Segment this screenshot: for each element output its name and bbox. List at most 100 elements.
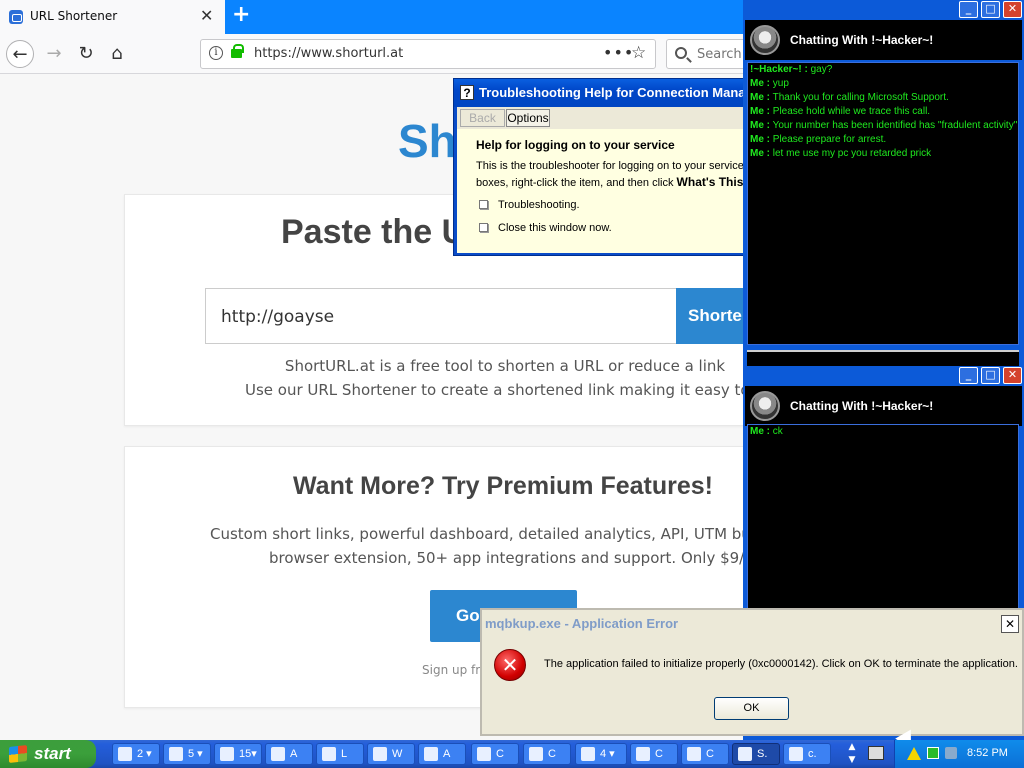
help-window-titlebar[interactable]: ? Troubleshooting Help for Connection Ma… bbox=[454, 79, 754, 107]
taskbar-group-button[interactable]: 5 ▾ bbox=[163, 743, 211, 765]
chat-2-title: Chatting With !~Hacker~! bbox=[790, 399, 934, 413]
home-button[interactable]: ⌂ bbox=[103, 40, 131, 68]
help-text-line-2: boxes, right-click the item, and then cl… bbox=[476, 175, 751, 189]
taskbar-window-button[interactable]: W bbox=[367, 743, 415, 765]
keyboard-icon[interactable] bbox=[868, 746, 884, 760]
taskbar-window-button[interactable]: c. bbox=[783, 743, 831, 765]
clock[interactable]: 8:52 PM bbox=[967, 747, 1008, 759]
start-button[interactable]: start bbox=[0, 740, 96, 768]
signup-link[interactable]: Sign up fre bbox=[422, 663, 487, 677]
troubleshooting-help-window: ? Troubleshooting Help for Connection Ma… bbox=[453, 78, 757, 256]
new-tab-button[interactable]: + bbox=[232, 2, 250, 27]
whats-this-text: What's This? bbox=[676, 175, 751, 189]
system-tray: 8:52 PM bbox=[894, 740, 1024, 768]
lock-icon[interactable] bbox=[231, 44, 244, 58]
help-content: Help for logging on to your service This… bbox=[457, 129, 757, 253]
chat-message: Me : Please prepare for arrest. bbox=[750, 134, 887, 145]
address-bar[interactable]: i https://www.shorturl.at ••• ☆ bbox=[200, 39, 656, 69]
bookmark-star-icon[interactable]: ☆ bbox=[631, 43, 646, 63]
reload-button[interactable]: ↻ bbox=[72, 40, 100, 68]
volume-icon[interactable] bbox=[945, 747, 957, 759]
close-button[interactable]: ✕ bbox=[1003, 367, 1022, 384]
command-prompt-icon bbox=[581, 747, 595, 761]
chat-message: Me : Please hold while we trace this cal… bbox=[750, 106, 931, 117]
close-window-option-label: Close this window now. bbox=[498, 222, 612, 234]
help-window-title: Troubleshooting Help for Connection Mana bbox=[479, 85, 746, 100]
program-icon bbox=[424, 747, 438, 761]
taskbar-group-button[interactable]: 4 ▾ bbox=[575, 743, 627, 765]
help-options-button[interactable]: Options bbox=[506, 109, 550, 127]
window-icon bbox=[687, 747, 701, 761]
taskbar-scroll-up-icon[interactable]: ▲ bbox=[846, 741, 858, 753]
close-window-checkbox[interactable] bbox=[479, 223, 488, 232]
chat-1-log[interactable]: !~Hacker~! : gay? Me : yup Me : Thank yo… bbox=[747, 62, 1019, 345]
program-icon bbox=[118, 747, 132, 761]
windows-logo-icon bbox=[9, 745, 27, 763]
page-actions-menu-icon[interactable]: ••• bbox=[603, 43, 634, 62]
url-input[interactable]: http://goayse bbox=[205, 288, 677, 344]
program-icon bbox=[529, 747, 543, 761]
troubleshooting-option[interactable]: Troubleshooting. bbox=[479, 199, 580, 211]
avatar bbox=[750, 391, 780, 421]
premium-description-line-1: Custom short links, powerful dashboard, … bbox=[210, 525, 816, 543]
error-close-button[interactable]: ✕ bbox=[1001, 615, 1019, 633]
close-window-option[interactable]: Close this window now. bbox=[479, 222, 612, 234]
tab-close-icon[interactable]: ✕ bbox=[200, 6, 213, 25]
taskbar-group-button[interactable]: 15▾ bbox=[214, 743, 262, 765]
taskbar-window-button[interactable]: C bbox=[523, 743, 571, 765]
program-icon bbox=[220, 747, 234, 761]
site-info-icon[interactable]: i bbox=[209, 46, 223, 60]
taskbar-scroll-down-icon[interactable]: ▼ bbox=[846, 754, 858, 766]
application-error-dialog: mqbkup.exe - Application Error ✕ ✕ The a… bbox=[480, 608, 1024, 736]
chat-icon bbox=[738, 747, 752, 761]
url-text[interactable]: https://www.shorturl.at bbox=[254, 46, 403, 61]
program-icon bbox=[271, 747, 285, 761]
taskbar-window-button[interactable]: C bbox=[471, 743, 519, 765]
taskbar-window-button[interactable]: C bbox=[681, 743, 729, 765]
minimize-button[interactable]: _ bbox=[959, 367, 978, 384]
search-icon bbox=[675, 47, 687, 59]
error-message: The application failed to initialize pro… bbox=[544, 658, 1018, 670]
program-icon bbox=[477, 747, 491, 761]
warning-icon[interactable] bbox=[907, 747, 921, 760]
close-button[interactable]: ✕ bbox=[1003, 1, 1022, 18]
description-line-2: Use our URL Shortener to create a shorte… bbox=[245, 381, 818, 399]
help-back-button[interactable]: Back bbox=[460, 109, 505, 127]
site-favicon-icon bbox=[9, 10, 23, 24]
forward-button[interactable]: → bbox=[40, 40, 68, 68]
start-label: start bbox=[34, 744, 71, 763]
troubleshooting-checkbox[interactable] bbox=[479, 200, 488, 209]
help-heading: Help for logging on to your service bbox=[476, 138, 675, 152]
paste-url-heading: Paste the U bbox=[281, 213, 467, 251]
chat-message: !~Hacker~! : gay? bbox=[750, 64, 833, 75]
chat-message: Me : let me use my pc you retarded prick bbox=[750, 148, 932, 159]
taskbar-window-button[interactable]: L bbox=[316, 743, 364, 765]
taskbar-window-button[interactable]: A bbox=[418, 743, 466, 765]
chat-1-title: Chatting With !~Hacker~! bbox=[790, 33, 934, 47]
program-icon bbox=[789, 747, 803, 761]
maximize-button[interactable]: □ bbox=[981, 1, 1000, 18]
premium-description-line-2: browser extension, 50+ app integrations … bbox=[269, 549, 798, 567]
help-text-line-1: This is the troubleshooter for logging o… bbox=[476, 160, 757, 172]
taskbar-window-button[interactable]: A bbox=[265, 743, 313, 765]
tab-url-shortener[interactable]: URL Shortener ✕ bbox=[0, 0, 225, 34]
minimize-button[interactable]: _ bbox=[959, 1, 978, 18]
taskbar-window-button[interactable]: S. bbox=[732, 743, 780, 765]
search-placeholder: Search bbox=[697, 47, 742, 62]
taskbar-window-button[interactable]: C bbox=[630, 743, 678, 765]
maximize-button[interactable]: □ bbox=[981, 367, 1000, 384]
taskbar-group-button[interactable]: 2 ▾ bbox=[112, 743, 160, 765]
help-toolbar: Back Options bbox=[457, 107, 751, 129]
error-dialog-title[interactable]: mqbkup.exe - Application Error bbox=[482, 610, 1022, 638]
chat-1-header: Chatting With !~Hacker~! bbox=[745, 20, 1022, 60]
chat-window-1: _ □ ✕ Chatting With !~Hacker~! !~Hacker~… bbox=[743, 0, 1024, 370]
back-button[interactable]: ← bbox=[6, 40, 34, 68]
error-icon: ✕ bbox=[494, 649, 526, 681]
help-question-icon: ? bbox=[460, 85, 474, 100]
chat-message: Me : yup bbox=[750, 78, 789, 89]
ok-button[interactable]: OK bbox=[714, 697, 789, 720]
network-icon[interactable] bbox=[927, 747, 939, 759]
window-icon bbox=[373, 747, 387, 761]
help-text-line-2-start: boxes, right-click the item, and then cl… bbox=[476, 177, 677, 189]
troubleshooting-option-label: Troubleshooting. bbox=[498, 199, 580, 211]
